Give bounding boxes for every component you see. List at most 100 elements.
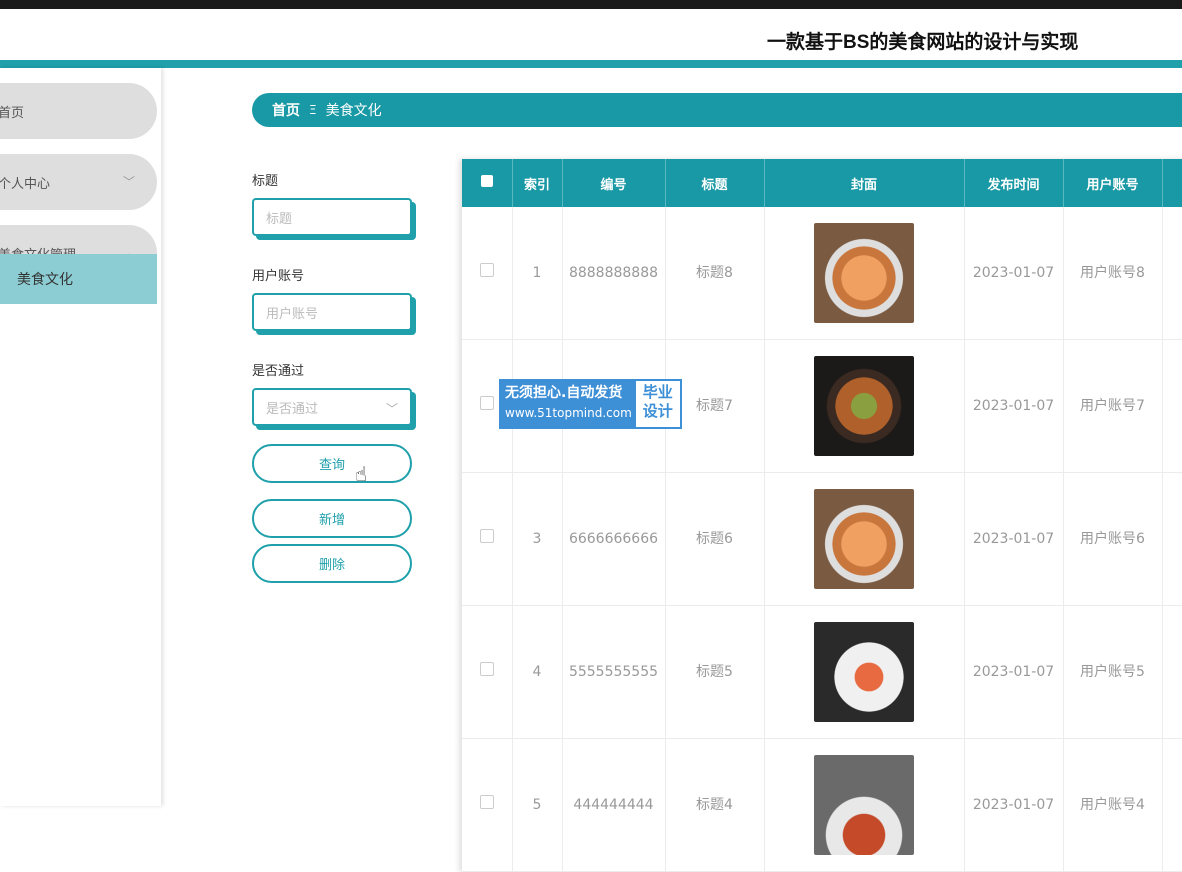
cover-cell <box>764 339 965 473</box>
date-cell: 2023-01-07 <box>964 605 1064 739</box>
window-top-strip <box>0 0 1182 9</box>
title-input[interactable]: 标题 <box>252 198 412 236</box>
watermark-url: www.51topmind.com <box>505 406 632 420</box>
overflow-cell <box>1162 605 1182 739</box>
select-all-checkbox[interactable] <box>480 175 493 187</box>
site-title: 一款基于BS的美食网站的设计与实现 <box>767 32 1079 53</box>
index-cell: 1 <box>512 207 563 340</box>
watermark-line1: 无须担心.自动发货 <box>505 385 623 401</box>
cover-cell <box>764 605 965 739</box>
table-row: 1 8888888888 标题8 2023-01-07 用户账号8 <box>462 207 1182 340</box>
sidebar-item-label: 个人中心 <box>0 176 51 192</box>
account-filter-label: 用户账号 <box>252 269 305 284</box>
account-cell: 用户账号7 <box>1063 339 1163 473</box>
column-header[interactable]: 索引 <box>512 159 563 207</box>
index-cell: 3 <box>512 472 563 606</box>
date-cell: 2023-01-07 <box>964 207 1064 340</box>
title-cell: 标题4 <box>665 738 765 872</box>
row-checkbox[interactable] <box>479 529 494 543</box>
number-cell: 444444444 <box>562 738 666 872</box>
sidebar: 首页 个人中心 ﹀ 美食文化管理 ︿ 美食文化 <box>0 68 161 806</box>
column-header-overflow <box>1162 159 1182 207</box>
approved-select[interactable]: 是否通过 ﹀ <box>252 388 412 426</box>
breadcrumb-current: 美食文化 <box>325 103 382 119</box>
account-cell: 用户账号8 <box>1063 207 1163 340</box>
add-button[interactable]: 新增 <box>252 499 412 538</box>
column-header[interactable]: 编号 <box>562 159 666 207</box>
row-select-cell[interactable] <box>462 738 513 872</box>
overflow-cell <box>1162 207 1182 340</box>
chevron-down-icon: ﹀ <box>385 402 398 416</box>
table-header-row: 索引 编号 标题 封面 发布时间 用户账号 <box>462 159 1182 207</box>
approved-select-placeholder: 是否通过 <box>266 401 319 417</box>
column-header[interactable]: 封面 <box>764 159 965 207</box>
index-cell: 5 <box>512 738 563 872</box>
cover-image[interactable] <box>814 489 914 589</box>
column-header[interactable]: 发布时间 <box>964 159 1064 207</box>
breadcrumb: 首页 Ξ 美食文化 <box>252 93 1182 127</box>
cover-image[interactable] <box>814 223 914 323</box>
food-culture-table: 索引 编号 标题 封面 发布时间 用户账号 1 8888888888 标题8 2… <box>462 159 1182 872</box>
cover-cell <box>764 207 965 340</box>
cover-cell <box>764 738 965 872</box>
table-row: 3 6666666666 标题6 2023-01-07 用户账号6 <box>462 472 1182 606</box>
cover-image[interactable] <box>814 356 914 456</box>
account-cell: 用户账号4 <box>1063 738 1163 872</box>
row-checkbox[interactable] <box>479 795 494 809</box>
add-button-label: 新增 <box>318 513 345 528</box>
watermark-text: 无须担心.自动发货 www.51topmind.com <box>501 381 636 427</box>
title-filter-label: 标题 <box>252 174 279 189</box>
sidebar-subitem-food-culture[interactable]: 美食文化 <box>0 254 157 304</box>
row-checkbox[interactable] <box>479 263 494 277</box>
number-cell: 8888888888 <box>562 207 666 340</box>
index-cell: 4 <box>512 605 563 739</box>
watermark-badge: 无须担心.自动发货 www.51topmind.com 毕业 设计 <box>499 379 682 429</box>
sidebar-item-home[interactable]: 首页 <box>0 83 157 139</box>
sidebar-item-label: 首页 <box>0 105 25 121</box>
row-select-cell[interactable] <box>462 472 513 606</box>
account-input[interactable]: 用户账号 <box>252 293 412 331</box>
breadcrumb-home[interactable]: 首页 <box>272 100 300 120</box>
breadcrumb-separator-icon: Ξ <box>309 103 317 117</box>
number-cell: 5555555555 <box>562 605 666 739</box>
column-header[interactable]: 用户账号 <box>1063 159 1163 207</box>
watermark-stamp: 毕业 设计 <box>635 381 680 427</box>
delete-button[interactable]: 删除 <box>252 544 412 583</box>
delete-button-label: 删除 <box>318 558 345 573</box>
watermark-badge-line1: 毕业 <box>642 383 673 401</box>
sidebar-subitem-label: 美食文化 <box>17 272 73 288</box>
approved-filter-label: 是否通过 <box>252 364 305 379</box>
app-header: 一款基于BS的美食网站的设计与实现 <box>0 9 1182 60</box>
title-cell: 标题6 <box>665 472 765 606</box>
title-input-placeholder: 标题 <box>266 211 293 227</box>
chevron-down-icon: ﹀ <box>122 175 135 189</box>
watermark-badge-line2: 设计 <box>642 402 673 420</box>
hand-cursor-icon: ☝ <box>355 462 368 486</box>
header-accent-line <box>0 60 1182 68</box>
date-cell: 2023-01-07 <box>964 472 1064 606</box>
row-checkbox[interactable] <box>479 396 494 410</box>
account-cell: 用户账号6 <box>1063 472 1163 606</box>
date-cell: 2023-01-07 <box>964 339 1064 473</box>
column-header[interactable]: 标题 <box>665 159 765 207</box>
row-select-cell[interactable] <box>462 605 513 739</box>
overflow-cell <box>1162 472 1182 606</box>
number-cell: 6666666666 <box>562 472 666 606</box>
table-row: 4 5555555555 标题5 2023-01-07 用户账号5 <box>462 605 1182 739</box>
row-select-cell[interactable] <box>462 207 513 340</box>
title-cell: 标题8 <box>665 207 765 340</box>
row-checkbox[interactable] <box>479 662 494 676</box>
table-row: 5 444444444 标题4 2023-01-07 用户账号4 <box>462 738 1182 872</box>
overflow-cell <box>1162 339 1182 473</box>
title-cell: 标题5 <box>665 605 765 739</box>
select-all-header[interactable] <box>462 159 513 207</box>
query-button-label: 查询 <box>318 458 345 473</box>
cover-cell <box>764 472 965 606</box>
sidebar-item-personal-center[interactable]: 个人中心 ﹀ <box>0 154 157 210</box>
account-input-placeholder: 用户账号 <box>266 306 319 322</box>
cover-image[interactable] <box>814 622 914 722</box>
date-cell: 2023-01-07 <box>964 738 1064 872</box>
cover-image[interactable] <box>814 755 914 855</box>
overflow-cell <box>1162 738 1182 872</box>
query-button[interactable]: 查询 <box>252 444 412 483</box>
